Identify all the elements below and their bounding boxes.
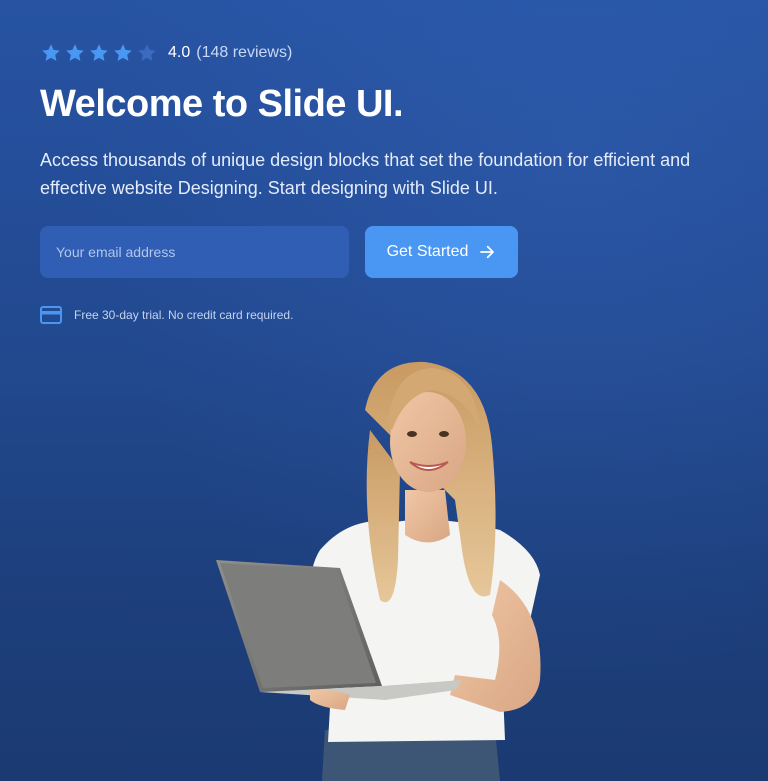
rating-count: (148 reviews) bbox=[196, 44, 293, 61]
trial-note-text: Free 30-day trial. No credit card requir… bbox=[74, 308, 294, 322]
rating-score: 4.0 bbox=[168, 44, 191, 61]
email-input[interactable] bbox=[40, 226, 349, 278]
trial-note: Free 30-day trial. No credit card requir… bbox=[40, 306, 740, 324]
get-started-label: Get Started bbox=[386, 243, 469, 260]
page-title: Welcome to Slide UI. bbox=[40, 83, 404, 125]
star-icon bbox=[90, 44, 108, 61]
star-icon bbox=[66, 44, 84, 61]
hero-section: 4.0 (148 reviews) Welcome to Slide UI. A… bbox=[0, 0, 768, 781]
signup-form: Get Started bbox=[40, 226, 740, 278]
get-started-button[interactable]: Get Started bbox=[365, 226, 518, 278]
hero-content: 4.0 (148 reviews) Welcome to Slide UI. A… bbox=[40, 38, 740, 324]
credit-card-icon bbox=[40, 306, 62, 324]
hero-description: Access thousands of unique design blocks… bbox=[40, 150, 691, 198]
arrow-right-icon bbox=[480, 245, 495, 259]
woman-with-laptop-image bbox=[216, 361, 541, 781]
star-icon bbox=[42, 44, 60, 61]
star-icon bbox=[114, 44, 132, 61]
rating: 4.0 (148 reviews) bbox=[40, 38, 740, 68]
star-empty-icon bbox=[138, 44, 156, 61]
rating-stars bbox=[40, 42, 158, 64]
